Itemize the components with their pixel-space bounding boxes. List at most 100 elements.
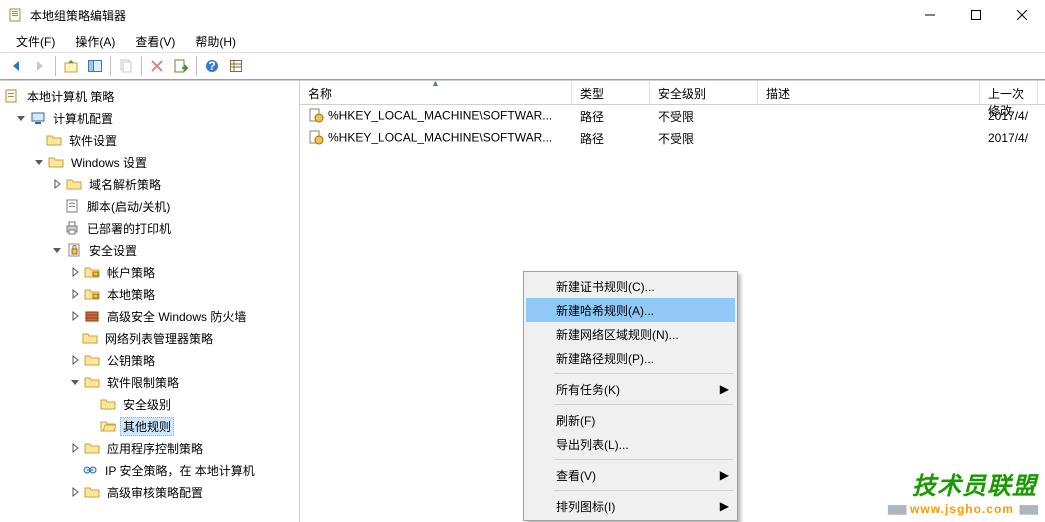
expand-icon[interactable] xyxy=(68,353,82,367)
tree-label: 安全级别 xyxy=(120,395,174,414)
tree-windows-settings[interactable]: Windows 设置 xyxy=(0,151,299,173)
collapse-icon[interactable] xyxy=(32,155,46,169)
rule-icon xyxy=(308,112,324,126)
collapse-icon[interactable] xyxy=(14,111,28,125)
folder-icon xyxy=(82,330,98,346)
tree-label: 高级审核策略配置 xyxy=(104,483,206,502)
tree-ipsec[interactable]: IP 安全策略，在 本地计算机 xyxy=(0,459,299,481)
context-menu: 新建证书规则(C)... 新建哈希规则(A)... 新建网络区域规则(N)...… xyxy=(523,271,738,521)
delete-button xyxy=(145,55,169,77)
menu-all-tasks[interactable]: 所有任务(K)▶ xyxy=(526,377,735,401)
folder-open-icon xyxy=(100,418,116,434)
tree-scripts[interactable]: 脚本(启动/关机) xyxy=(0,195,299,217)
cell-name: %HKEY_LOCAL_MACHINE\SOFTWAR... xyxy=(328,130,552,144)
menu-export-list[interactable]: 导出列表(L)... xyxy=(526,432,735,456)
cell-modified: 2017/4/ xyxy=(980,131,1038,145)
tree-label: 已部署的打印机 xyxy=(84,219,174,238)
col-header-name[interactable]: ▲名称 xyxy=(300,81,572,104)
script-icon xyxy=(64,198,80,214)
expand-icon[interactable] xyxy=(68,441,82,455)
tree-label: 域名解析策略 xyxy=(86,175,164,194)
menu-new-path-rule[interactable]: 新建路径规则(P)... xyxy=(526,346,735,370)
folder-lock-icon xyxy=(84,286,100,302)
expand-icon[interactable] xyxy=(68,265,82,279)
col-header-modified[interactable]: 上一次修改 xyxy=(980,81,1038,104)
tree-name-res[interactable]: 域名解析策略 xyxy=(0,173,299,195)
expand-icon[interactable] xyxy=(68,287,82,301)
tree-security-levels[interactable]: 安全级别 xyxy=(0,393,299,415)
menu-separator xyxy=(554,459,733,460)
tree-pubkey[interactable]: 公钥策略 xyxy=(0,349,299,371)
tree-appctrl[interactable]: 应用程序控制策略 xyxy=(0,437,299,459)
tree-label: 其他规则 xyxy=(120,417,174,436)
menu-view[interactable]: 查看(V) xyxy=(127,31,183,52)
export-button[interactable] xyxy=(169,55,193,77)
menubar: 文件(F) 操作(A) 查看(V) 帮助(H) xyxy=(0,30,1045,52)
tree-label: 应用程序控制策略 xyxy=(104,439,206,458)
menu-separator xyxy=(554,490,733,491)
expand-icon[interactable] xyxy=(68,309,82,323)
col-header-security[interactable]: 安全级别 xyxy=(650,81,758,104)
tree-pane: 本地计算机 策略 计算机配置 软件设置 xyxy=(0,81,300,522)
tree-account-policy[interactable]: 帐户策略 xyxy=(0,261,299,283)
tree-security-settings[interactable]: 安全设置 xyxy=(0,239,299,261)
col-header-desc[interactable]: 描述 xyxy=(758,81,980,104)
expand-icon[interactable] xyxy=(50,177,64,191)
tree-local-policy[interactable]: 本地策略 xyxy=(0,283,299,305)
tree-root[interactable]: 本地计算机 策略 xyxy=(0,85,299,107)
menu-action[interactable]: 操作(A) xyxy=(67,31,123,52)
back-button[interactable] xyxy=(4,55,28,77)
list-row[interactable]: %HKEY_LOCAL_MACHINE\SOFTWAR... 路径 不受限 20… xyxy=(300,105,1045,127)
tree-label: 网络列表管理器策略 xyxy=(102,329,216,348)
cell-type: 路径 xyxy=(572,108,650,125)
list-row[interactable]: %HKEY_LOCAL_MACHINE\SOFTWAR... 路径 不受限 20… xyxy=(300,127,1045,149)
minimize-button[interactable] xyxy=(907,0,953,30)
menu-new-cert-rule[interactable]: 新建证书规则(C)... xyxy=(526,274,735,298)
tree-computer-config[interactable]: 计算机配置 xyxy=(0,107,299,129)
tree-adv-firewall[interactable]: 高级安全 Windows 防火墙 xyxy=(0,305,299,327)
window-title: 本地组策略编辑器 xyxy=(30,7,907,24)
toolbar: ? xyxy=(0,52,1045,80)
tree-adv-audit[interactable]: 高级审核策略配置 xyxy=(0,481,299,503)
tree-software-restrict[interactable]: 软件限制策略 xyxy=(0,371,299,393)
maximize-button[interactable] xyxy=(953,0,999,30)
computer-icon xyxy=(30,110,46,126)
col-header-type[interactable]: 类型 xyxy=(572,81,650,104)
menu-view[interactable]: 查看(V)▶ xyxy=(526,463,735,487)
help-button[interactable]: ? xyxy=(200,55,224,77)
menu-help[interactable]: 帮助(H) xyxy=(187,31,244,52)
tree-label: 安全设置 xyxy=(86,241,140,260)
folder-lock-icon xyxy=(84,264,100,280)
submenu-arrow-icon: ▶ xyxy=(720,468,729,482)
menu-file[interactable]: 文件(F) xyxy=(8,31,63,52)
folder-icon xyxy=(46,132,62,148)
collapse-icon[interactable] xyxy=(68,375,82,389)
tree-root-label: 本地计算机 策略 xyxy=(24,87,117,106)
tree-printers[interactable]: 已部署的打印机 xyxy=(0,217,299,239)
show-hide-tree-button[interactable] xyxy=(83,55,107,77)
tree-label: Windows 设置 xyxy=(68,153,150,172)
folder-icon xyxy=(84,440,100,456)
tree-label: 帐户策略 xyxy=(104,263,158,282)
tree-label: IP 安全策略，在 本地计算机 xyxy=(102,461,258,480)
menu-new-netzone-rule[interactable]: 新建网络区域规则(N)... xyxy=(526,322,735,346)
tree-software-settings[interactable]: 软件设置 xyxy=(0,129,299,151)
tree-netlist[interactable]: 网络列表管理器策略 xyxy=(0,327,299,349)
folder-icon xyxy=(66,176,82,192)
up-button[interactable] xyxy=(59,55,83,77)
cell-security: 不受限 xyxy=(650,130,758,147)
close-button[interactable] xyxy=(999,0,1045,30)
tree-label: 计算机配置 xyxy=(50,109,116,128)
cell-type: 路径 xyxy=(572,130,650,147)
tree-other-rules[interactable]: 其他规则 xyxy=(0,415,299,437)
tree-label: 脚本(启动/关机) xyxy=(84,197,173,216)
menu-refresh[interactable]: 刷新(F) xyxy=(526,408,735,432)
properties-button[interactable] xyxy=(224,55,248,77)
printer-icon xyxy=(64,220,80,236)
menu-arrange-icons[interactable]: 排列图标(I)▶ xyxy=(526,494,735,518)
menu-new-hash-rule[interactable]: 新建哈希规则(A)... xyxy=(526,298,735,322)
collapse-icon[interactable] xyxy=(50,243,64,257)
app-icon xyxy=(8,7,24,23)
expand-icon[interactable] xyxy=(68,485,82,499)
tree-label: 高级安全 Windows 防火墙 xyxy=(104,307,249,326)
